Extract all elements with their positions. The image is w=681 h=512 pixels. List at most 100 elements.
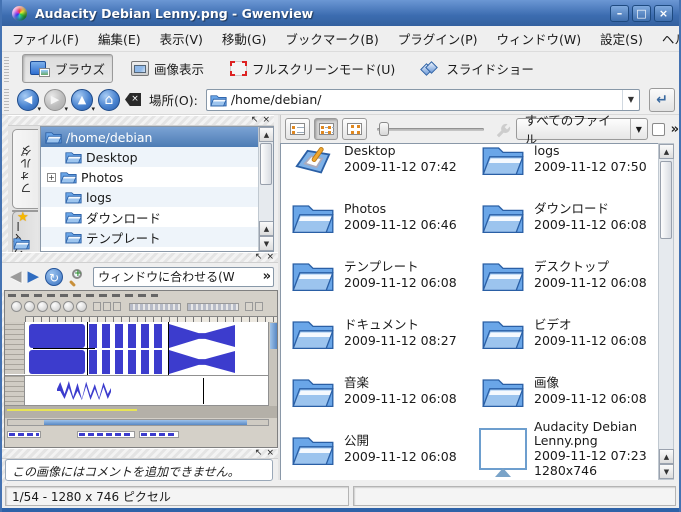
menu-settings[interactable]: 設定(S)	[600, 29, 643, 48]
folder-icon	[289, 371, 337, 411]
thumbnails-view-icon	[319, 123, 334, 135]
menu-view[interactable]: 表示(V)	[160, 29, 203, 48]
file-item-templates[interactable]: テンプレート2009-11-12 06:08	[281, 246, 465, 304]
scroll-up-icon[interactable]: ▲	[259, 221, 274, 236]
slideshow-button[interactable]: スライドショー	[413, 54, 542, 83]
maximize-button[interactable]: □	[632, 5, 651, 22]
location-dropdown-icon[interactable]: ▼	[622, 90, 639, 110]
folders-panel-header: ↖ ×	[8, 115, 274, 126]
menu-window[interactable]: ウィンドウ(W)	[497, 29, 582, 48]
menu-file[interactable]: ファイル(F)	[12, 29, 79, 48]
location-path[interactable]: /home/debian/	[227, 92, 622, 107]
minimize-button[interactable]: –	[610, 5, 629, 22]
folder-icon	[65, 190, 82, 204]
folder-icon	[479, 313, 527, 353]
toolbar-handle[interactable]	[4, 55, 9, 81]
dock-icon[interactable]: ↖	[251, 116, 259, 125]
close-button[interactable]: ×	[654, 5, 673, 22]
scroll-down-icon[interactable]: ▼	[259, 236, 274, 251]
menu-bookmarks[interactable]: ブックマーク(B)	[285, 29, 378, 48]
scrollbar-thumb[interactable]	[660, 161, 672, 239]
up-dropdown-icon[interactable]: ▾	[91, 105, 95, 113]
clear-location-icon[interactable]: ×	[125, 93, 141, 106]
filter-combobox[interactable]: すべてのファイル ▼	[516, 118, 648, 140]
toolbar-overflow-icon[interactable]: »	[671, 122, 679, 137]
menu-edit[interactable]: 編集(E)	[98, 29, 141, 48]
go-button[interactable]: ↵	[649, 88, 675, 112]
up-button[interactable]: ▲▾	[71, 89, 93, 111]
close-panel-icon[interactable]: ×	[262, 116, 270, 125]
file-item-desktop-jp[interactable]: デスクトップ2009-11-12 06:08	[471, 246, 655, 304]
back-dropdown-icon[interactable]: ▾	[37, 105, 41, 113]
file-item-downloads[interactable]: ダウンロード2009-11-12 06:08	[471, 188, 655, 246]
file-item-logs[interactable]: logs2009-11-12 07:50	[471, 143, 655, 188]
window-title: Audacity Debian Lenny.png - Gwenview	[35, 6, 607, 21]
file-item-photos[interactable]: Photos2009-11-12 06:46	[281, 188, 465, 246]
filter-checkbox[interactable]	[652, 123, 665, 136]
file-item-documents[interactable]: ドキュメント2009-11-12 08:27	[281, 304, 465, 362]
close-panel-icon[interactable]: ×	[266, 449, 274, 458]
scroll-up-icon[interactable]: ▲	[659, 144, 674, 159]
forward-dropdown-icon[interactable]: ▾	[64, 105, 68, 113]
file-view-scrollbar[interactable]: ▲ ▲ ▼	[658, 143, 674, 480]
slider-handle[interactable]	[379, 122, 389, 136]
file-item-music[interactable]: 音楽2009-11-12 06:08	[281, 362, 465, 420]
file-item-pictures[interactable]: 画像2009-11-12 06:08	[471, 362, 655, 420]
thumbnail-size-slider[interactable]	[377, 119, 484, 139]
browse-mode-button[interactable]: ブラウズ	[22, 54, 113, 83]
icons-view-button[interactable]	[342, 118, 367, 140]
slideshow-icon	[421, 61, 441, 77]
scrollbar-thumb[interactable]	[260, 143, 272, 185]
tree-item-logs[interactable]: logs	[41, 187, 273, 207]
sidebar-tabstrip: フォルダ ブックマーク ★	[8, 126, 40, 252]
tree-item-templates[interactable]: テンプレート	[41, 227, 273, 247]
scroll-up-icon[interactable]: ▲	[659, 449, 674, 464]
thumbnails-view-button[interactable]	[314, 118, 339, 140]
reload-icon[interactable]: ↻	[45, 268, 63, 286]
preview-forward-icon[interactable]: ▶	[28, 269, 40, 284]
scroll-down-icon[interactable]: ▼	[659, 464, 674, 479]
tree-item-photos[interactable]: + Photos	[41, 167, 273, 187]
forward-button[interactable]: ▶▾	[44, 89, 66, 111]
image-preview[interactable]	[4, 290, 278, 448]
file-item-videos[interactable]: ビデオ2009-11-12 06:08	[471, 304, 655, 362]
close-panel-icon[interactable]: ×	[266, 253, 274, 262]
dock-icon[interactable]: ↖	[255, 253, 263, 262]
title-bar[interactable]: Audacity Debian Lenny.png - Gwenview – □…	[2, 0, 679, 26]
folder-icon	[289, 313, 337, 353]
tree-item-desktop[interactable]: Desktop	[41, 147, 273, 167]
selection-arrow-icon	[495, 468, 511, 477]
scroll-up-icon[interactable]: ▲	[259, 127, 274, 142]
dock-icon[interactable]: ↖	[255, 449, 263, 458]
toolbar-handle[interactable]	[4, 88, 9, 111]
menu-help[interactable]: ヘルプ(H)	[662, 29, 681, 48]
more-chevron-icon[interactable]: »	[261, 269, 273, 284]
sidebar-tab-folders[interactable]: フォルダ	[12, 129, 38, 209]
filter-dropdown-icon[interactable]: ▼	[630, 119, 647, 139]
preview-back-icon[interactable]: ◀	[10, 269, 22, 284]
tree-item-label: /home/debian	[66, 130, 152, 145]
details-view-button[interactable]	[285, 118, 310, 140]
wrench-icon[interactable]	[494, 120, 512, 138]
tree-scrollbar[interactable]: ▲ ▲ ▼	[258, 127, 273, 251]
file-item-public[interactable]: 公開2009-11-12 06:08	[281, 420, 465, 478]
image-view-button[interactable]: 画像表示	[123, 54, 212, 83]
back-button[interactable]: ◀▾	[17, 89, 39, 111]
menu-plugins[interactable]: プラグイン(P)	[398, 29, 478, 48]
browse-icon	[30, 61, 50, 77]
menu-go[interactable]: 移動(G)	[222, 29, 266, 48]
fullscreen-button[interactable]: フルスクリーンモード(U)	[222, 54, 403, 83]
home-button[interactable]: ⌂	[98, 89, 120, 111]
tree-item-downloads[interactable]: ダウンロード	[41, 207, 273, 227]
expander-icon[interactable]: +	[47, 173, 56, 182]
status-extra	[353, 486, 676, 506]
enter-arrow-icon: ↵	[656, 92, 668, 108]
tree-item-home-debian[interactable]: /home/debian	[41, 127, 273, 147]
zoom-mode-combobox[interactable]: ウィンドウに合わせる(W »	[93, 267, 274, 287]
file-browser-view[interactable]: Desktop2009-11-12 07:42 logs2009-11-12 0…	[280, 143, 658, 480]
zoom-icon[interactable]: +	[69, 268, 87, 286]
file-item-desktop[interactable]: Desktop2009-11-12 07:42	[281, 143, 465, 188]
file-item-audacity-png[interactable]: Audacity Debian Lenny.png 2009-11-12 07:…	[471, 420, 655, 478]
tree-item-label: Photos	[81, 170, 123, 185]
location-combobox[interactable]: /home/debian/ ▼	[206, 89, 640, 111]
